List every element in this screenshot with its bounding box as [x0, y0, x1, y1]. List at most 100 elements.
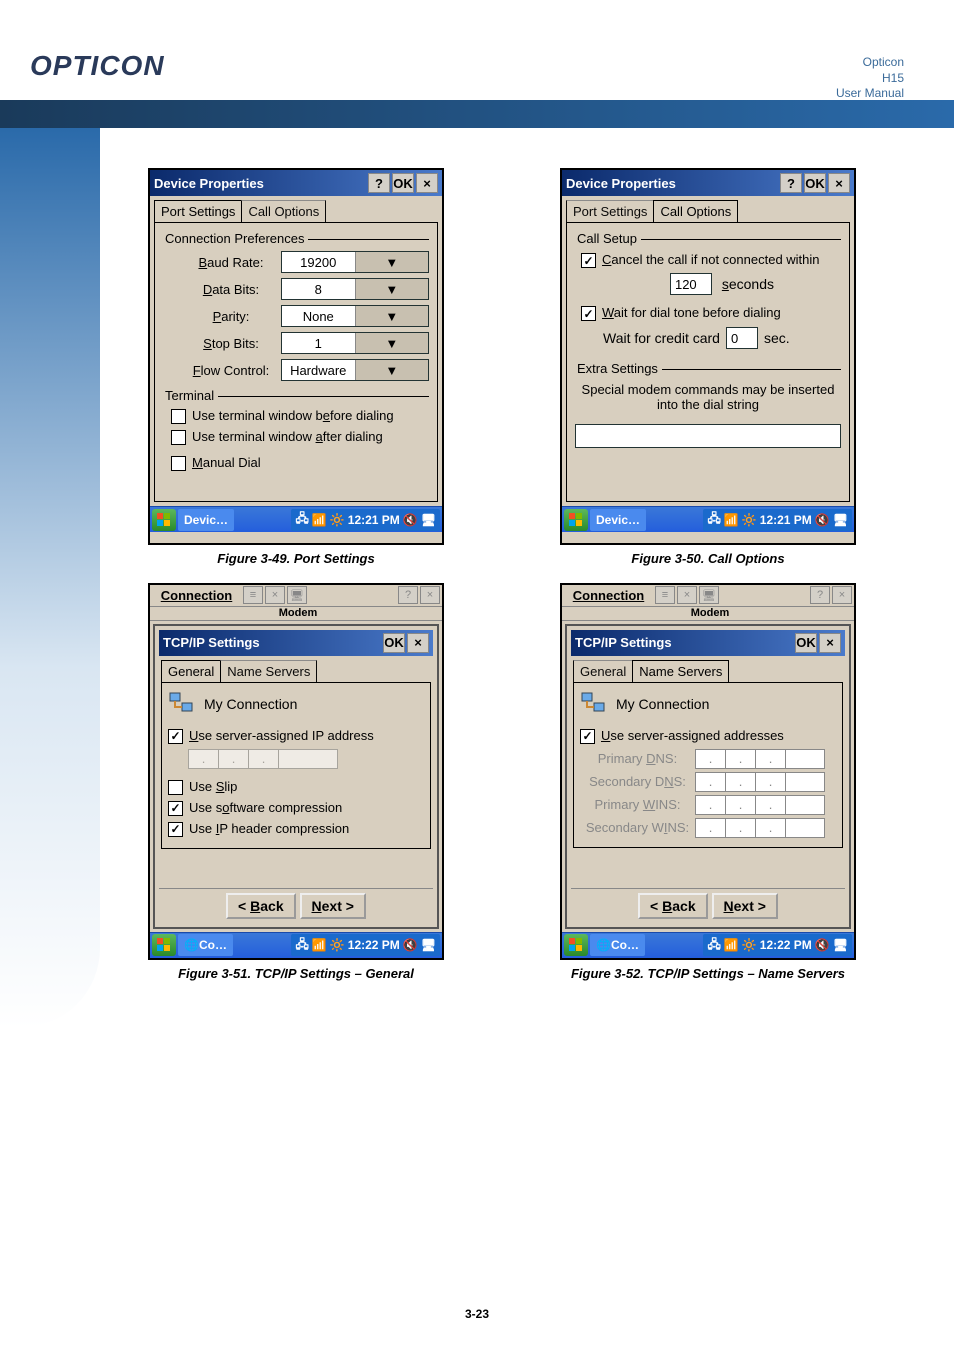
chk-soft[interactable]	[168, 801, 183, 816]
close-button[interactable]: ×	[828, 173, 850, 193]
tray-wifi-icon: 🔆	[330, 938, 345, 952]
behind-close: ×	[832, 586, 852, 604]
task-app[interactable]: Devic…	[178, 509, 234, 531]
chk-server-ip[interactable]	[168, 729, 183, 744]
panel-body: Call Setup Cancel the call if not connec…	[566, 222, 850, 502]
flow-label: Flow Control:	[181, 363, 281, 378]
system-tray[interactable]: 🖧 📶 🔆 12:21 PM 🔇 🖥	[291, 509, 440, 531]
start-button[interactable]	[564, 509, 588, 531]
parity-select[interactable]: None▼	[281, 305, 429, 327]
task-label: Co…	[611, 938, 639, 952]
banner-bar	[0, 100, 954, 128]
inner-dialog: TCP/IP Settings OK × General Name Server…	[153, 624, 439, 929]
page-number: 3-23	[0, 1307, 954, 1321]
tab-name-servers[interactable]: Name Servers	[220, 660, 317, 682]
tray-signal-icon: 📶	[724, 938, 739, 952]
chk-server-addr-label: Use server-assigned addresses	[601, 728, 784, 743]
chk-manual[interactable]	[171, 456, 186, 471]
close-button[interactable]: ×	[416, 173, 438, 193]
swins-input: ...	[695, 818, 825, 838]
chk-manual-row: Manual Dial	[171, 455, 429, 471]
extra-input[interactable]	[575, 424, 841, 448]
doc-info-1: Opticon	[836, 55, 904, 71]
group-extra: Extra Settings	[575, 359, 841, 376]
ip-input-row: ...	[188, 749, 424, 769]
task-app[interactable]: 🌐Co…	[178, 934, 233, 956]
back-button[interactable]: < Back	[638, 893, 708, 919]
row-parity: Parity: None▼	[181, 305, 429, 327]
chk-wait[interactable]	[581, 306, 596, 321]
chk-iph[interactable]	[168, 822, 183, 837]
start-button[interactable]	[152, 934, 176, 956]
pdns-input: ...	[695, 749, 825, 769]
group-terminal-label: Terminal	[165, 388, 214, 403]
databits-select[interactable]: 8▼	[281, 278, 429, 300]
start-button[interactable]	[564, 934, 588, 956]
tab-port-settings[interactable]: Port Settings	[566, 200, 654, 222]
credit-input[interactable]: 0	[726, 327, 758, 349]
chk-ip-row: Use server-assigned IP address	[168, 728, 424, 744]
ok-button[interactable]: OK	[383, 633, 405, 653]
connection-icon	[168, 689, 196, 720]
titlebar: Device Properties ? OK ×	[562, 170, 854, 196]
parity-value: None	[282, 309, 355, 324]
taskbar: Devic… 🖧 📶 🔆 12:21 PM 🔇 🖥	[562, 506, 854, 532]
chevron-down-icon: ▼	[355, 279, 429, 299]
chk-server-addr[interactable]	[580, 729, 595, 744]
chk-before[interactable]	[171, 409, 186, 424]
tab-name-servers[interactable]: Name Servers	[632, 660, 729, 682]
baud-select[interactable]: 19200▼	[281, 251, 429, 273]
tab-call-options[interactable]: Call Options	[653, 200, 738, 222]
caption-51: Figure 3-51. TCP/IP Settings – General	[148, 966, 444, 983]
caption-50: Figure 3-50. Call Options	[560, 551, 856, 568]
system-tray[interactable]: 🖧 📶 🔆 12:22 PM 🔇 🖥	[703, 934, 852, 956]
tray-volume-icon: 🔇	[815, 513, 830, 527]
nav-row: < Back Next >	[159, 888, 433, 923]
tray-desktop-icon: 🖥	[833, 513, 848, 527]
window-title: Device Properties	[154, 176, 264, 191]
task-app[interactable]: 🌐Co…	[590, 934, 645, 956]
behind-title: Connection	[152, 588, 241, 603]
system-tray[interactable]: 🖧 📶 🔆 12:21 PM 🔇 🖥	[703, 509, 852, 531]
start-button[interactable]	[152, 509, 176, 531]
chk-after[interactable]	[171, 430, 186, 445]
system-tray[interactable]: 🖧 📶 🔆 12:22 PM 🔇 🖥	[291, 934, 440, 956]
tray-volume-icon: 🔇	[403, 938, 418, 952]
flow-select[interactable]: Hardware▼	[281, 359, 429, 381]
tab-call-options[interactable]: Call Options	[241, 200, 326, 222]
chk-cancel[interactable]	[581, 253, 596, 268]
titlebar: TCP/IP Settings OK ×	[571, 630, 845, 656]
ok-button[interactable]: OK	[795, 633, 817, 653]
tab-general[interactable]: General	[161, 660, 221, 682]
behind-window-bar: Connection ≡ × 🖥 ? ×	[150, 585, 442, 607]
pdns-row: Primary DNS: ...	[580, 749, 836, 769]
tray-volume-icon: 🔇	[403, 513, 418, 527]
taskbar: Devic… 🖧 📶 🔆 12:21 PM 🔇 🖥	[150, 506, 442, 532]
chk-soft-row: Use software compression	[168, 800, 424, 816]
task-app[interactable]: Devic…	[590, 509, 646, 531]
back-button[interactable]: < Back	[226, 893, 296, 919]
ok-button[interactable]: OK	[804, 173, 826, 193]
swins-label: Secondary WINS:	[580, 820, 695, 835]
seconds-input[interactable]: 120	[670, 273, 712, 295]
next-button[interactable]: Next >	[712, 893, 778, 919]
help-button[interactable]: ?	[368, 173, 390, 193]
baud-label: Baud Rate:	[181, 255, 281, 270]
chk-slip[interactable]	[168, 780, 183, 795]
close-button[interactable]: ×	[819, 633, 841, 653]
group-conn-pref: Connection Preferences	[163, 229, 429, 246]
behind-modem-label: Modem	[562, 607, 854, 621]
sdns-row: Secondary DNS: ...	[580, 772, 836, 792]
pwins-label: Primary WINS:	[580, 797, 695, 812]
help-button[interactable]: ?	[780, 173, 802, 193]
seconds-row: 120 seconds	[603, 273, 841, 295]
close-button[interactable]: ×	[407, 633, 429, 653]
figure-49: Device Properties ? OK × Port Settings C…	[148, 168, 444, 568]
stopbits-select[interactable]: 1▼	[281, 332, 429, 354]
tab-port-settings[interactable]: Port Settings	[154, 200, 242, 222]
inner-dialog: TCP/IP Settings OK × General Name Server…	[565, 624, 851, 929]
tray-network-icon: 🖧	[707, 935, 720, 956]
next-button[interactable]: Next >	[300, 893, 366, 919]
ok-button[interactable]: OK	[392, 173, 414, 193]
tab-general[interactable]: General	[573, 660, 633, 682]
